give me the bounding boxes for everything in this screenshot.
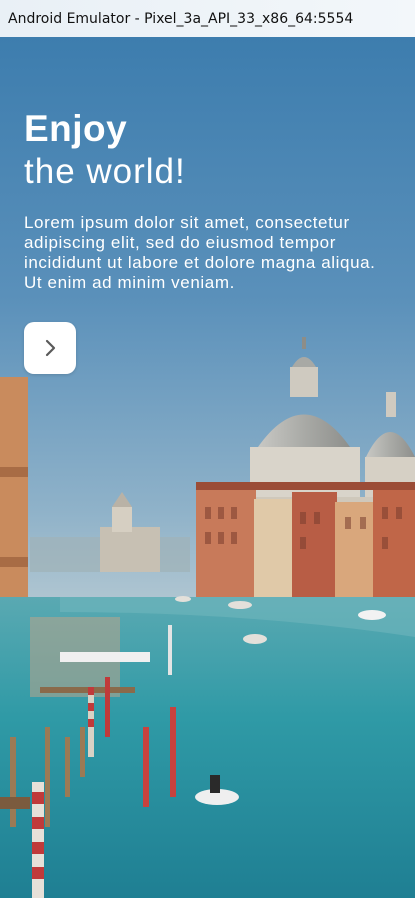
hero-content: Enjoy the world! Lorem ipsum dolor sit a… bbox=[24, 107, 394, 293]
hero-title: Enjoy bbox=[24, 108, 128, 149]
window-title: Android Emulator - Pixel_3a_API_33_x86_6… bbox=[8, 10, 354, 27]
hero-description: Lorem ipsum dolor sit amet, consectetur … bbox=[24, 213, 376, 292]
onboarding-screen: Enjoy the world! Lorem ipsum dolor sit a… bbox=[0, 37, 415, 898]
hero-subtitle: the world! bbox=[24, 152, 186, 191]
next-button[interactable] bbox=[24, 322, 76, 374]
emulator-titlebar: Android Emulator - Pixel_3a_API_33_x86_6… bbox=[0, 0, 415, 37]
chevron-right-icon bbox=[45, 339, 56, 357]
